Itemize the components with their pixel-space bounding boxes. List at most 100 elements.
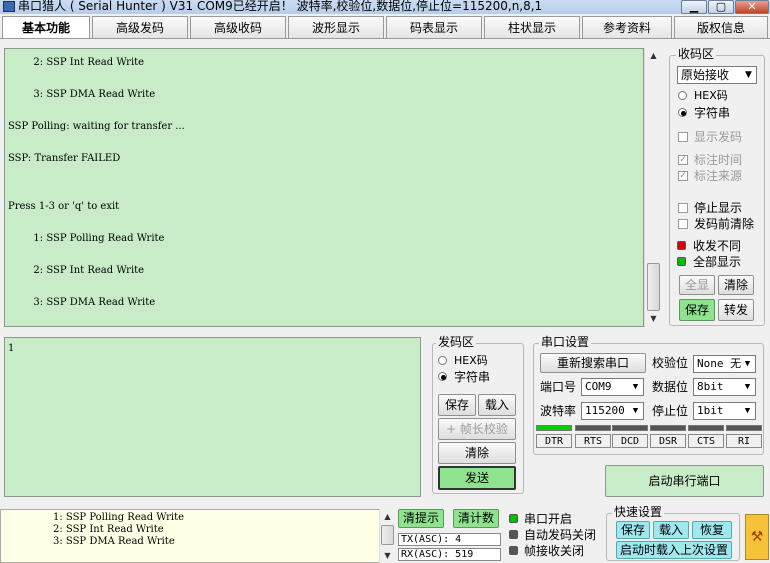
show-send-checkbox[interactable] <box>678 132 688 142</box>
scroll-down-arrow-icon[interactable]: ▼ <box>380 548 395 563</box>
dsr-label: DSR <box>650 434 686 448</box>
send-string-radio[interactable] <box>438 372 447 381</box>
tab-bar: 基本功能 高级发码 高级收码 波形显示 码表显示 柱状显示 参考资料 版权信息 <box>0 16 770 39</box>
auto-send-status: 自动发码关闭 <box>524 528 597 542</box>
dcd-label: DCD <box>612 434 648 448</box>
mark-time-label: 标注时间 <box>694 153 743 167</box>
tab-divider <box>0 38 770 39</box>
send-clear-button[interactable]: 清除 <box>438 442 516 464</box>
stop-display-label: 停止显示 <box>694 201 743 215</box>
mark-time-checkbox[interactable]: ✓ <box>678 155 688 165</box>
tab-bar-chart[interactable]: 柱状显示 <box>484 16 580 38</box>
receive-mode-value: 原始接收 <box>681 68 730 82</box>
rts-button[interactable]: RTS <box>575 434 611 448</box>
parity-label: 校验位 <box>652 356 689 370</box>
recv-string-radio[interactable] <box>678 108 687 117</box>
receive-mode-select[interactable]: 原始接收 ▼ <box>677 66 757 84</box>
maximize-button[interactable]: ▢ <box>708 0 734 14</box>
stop-bits-select[interactable]: 1bit ▼ <box>693 402 756 420</box>
tab-advanced-send[interactable]: 高级发码 <box>92 16 188 38</box>
clear-before-send-checkbox[interactable] <box>678 219 688 229</box>
forward-button[interactable]: 转发 <box>718 299 754 321</box>
port-open-led <box>509 514 518 523</box>
tab-code-table[interactable]: 码表显示 <box>386 16 482 38</box>
send-load-button[interactable]: 载入 <box>478 394 516 416</box>
tab-reference[interactable]: 参考资料 <box>582 16 672 38</box>
ri-label: RI <box>726 434 762 448</box>
baud-label: 波特率 <box>540 404 577 418</box>
stop-bits-value: 1bit <box>697 404 724 417</box>
stop-display-checkbox[interactable] <box>678 203 688 213</box>
port-value: COM9 <box>585 380 612 393</box>
recv-diff-label: 收发不同 <box>693 239 742 253</box>
receive-scrollbar[interactable]: ▲ ▼ <box>644 48 661 327</box>
load-last-settings-button[interactable]: 启动时载入上次设置 <box>616 541 732 559</box>
parity-value: None 无 <box>697 357 742 370</box>
chevron-down-icon: ▼ <box>744 359 751 369</box>
frame-recv-status: 帧接收关闭 <box>524 544 585 558</box>
chevron-down-icon: ▼ <box>632 406 639 416</box>
tab-waveform[interactable]: 波形显示 <box>288 16 384 38</box>
recv-diff-led <box>677 241 686 250</box>
tx-counter: TX(ASC): 4 <box>398 533 501 546</box>
port-settings-legend: 串口设置 <box>539 335 592 349</box>
hint-scrollbar[interactable]: ▲ ▼ <box>379 509 395 563</box>
baud-select[interactable]: 115200 ▼ <box>581 402 644 420</box>
tab-basic[interactable]: 基本功能 <box>2 16 90 39</box>
dtr-indicator <box>536 425 572 431</box>
chevron-down-icon: ▼ <box>744 406 751 416</box>
rescan-ports-button[interactable]: 重新搜索串口 <box>540 353 646 373</box>
hint-text-area: 1: SSP Polling Read Write 2: SSP Int Rea… <box>0 509 383 563</box>
port-open-status: 串口开启 <box>524 512 573 526</box>
stop-bits-label: 停止位 <box>652 404 689 418</box>
tab-advanced-receive[interactable]: 高级收码 <box>190 16 286 38</box>
dtr-button[interactable]: DTR <box>536 434 572 448</box>
recv-hex-radio[interactable] <box>678 91 687 100</box>
hint-text: 1: SSP Polling Read Write 2: SSP Int Rea… <box>53 512 185 547</box>
mark-source-checkbox[interactable]: ✓ <box>678 171 688 181</box>
quick-restore-button[interactable]: 恢复 <box>692 521 732 539</box>
recv-string-label: 字符串 <box>694 106 731 120</box>
data-bits-value: 8bit <box>697 380 724 393</box>
scroll-up-arrow-icon[interactable]: ▲ <box>380 509 395 524</box>
scroll-thumb[interactable] <box>647 263 660 311</box>
recv-hex-label: HEX码 <box>694 89 728 102</box>
ri-indicator <box>726 425 762 431</box>
chevron-down-icon: ▼ <box>632 382 639 392</box>
scroll-thumb[interactable] <box>381 525 394 545</box>
scroll-up-arrow-icon[interactable]: ▲ <box>646 48 661 63</box>
clear-hint-button[interactable]: 清提示 <box>398 509 444 528</box>
open-port-button[interactable]: 启动串行端口 <box>605 465 764 497</box>
port-select[interactable]: COM9 ▼ <box>581 378 644 396</box>
parity-select[interactable]: None 无 ▼ <box>693 355 756 373</box>
mark-source-label: 标注来源 <box>694 169 743 183</box>
baud-value: 115200 <box>585 404 625 417</box>
frame-recv-led <box>509 546 518 555</box>
scroll-down-arrow-icon[interactable]: ▼ <box>646 311 661 326</box>
tab-copyright[interactable]: 版权信息 <box>674 16 768 38</box>
send-button[interactable]: 发送 <box>438 466 516 490</box>
clear-count-button[interactable]: 清计数 <box>453 509 499 528</box>
recv-save-button[interactable]: 保存 <box>679 299 715 321</box>
receive-text-area[interactable]: 2: SSP Int Read Write 3: SSP DMA Read Wr… <box>4 48 644 327</box>
tools-icon[interactable]: ⚒ <box>745 514 769 560</box>
recv-clear-button[interactable]: 清除 <box>718 275 754 295</box>
show-all-led <box>677 257 686 266</box>
send-text-area[interactable]: 1 <box>4 337 421 497</box>
dcd-indicator <box>612 425 648 431</box>
minimize-button[interactable]: ▁ <box>681 0 707 14</box>
full-display-button[interactable]: 全显 <box>679 275 715 295</box>
frame-length-check-button[interactable]: + 帧长校验 <box>438 418 516 440</box>
data-bits-label: 数据位 <box>652 380 689 394</box>
send-string-label: 字符串 <box>454 370 491 384</box>
send-hex-radio[interactable] <box>438 356 447 365</box>
rts-indicator <box>575 425 611 431</box>
quick-save-button[interactable]: 保存 <box>616 521 650 539</box>
data-bits-select[interactable]: 8bit ▼ <box>693 378 756 396</box>
close-button[interactable]: ✕ <box>735 0 769 14</box>
auto-send-led <box>509 530 518 539</box>
port-label: 端口号 <box>540 380 577 394</box>
chevron-down-icon: ▼ <box>744 382 751 392</box>
quick-load-button[interactable]: 载入 <box>653 521 689 539</box>
send-save-button[interactable]: 保存 <box>438 394 476 416</box>
